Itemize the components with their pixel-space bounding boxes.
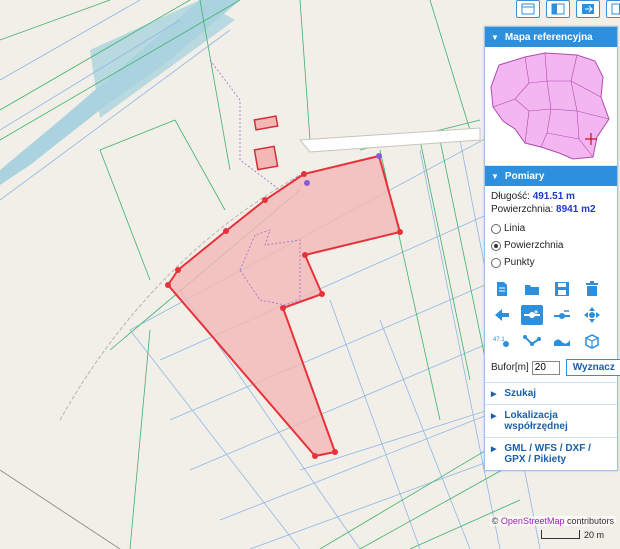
trash-icon[interactable]	[581, 279, 603, 299]
side-panel: ▼ Mapa referencyjna ▼ Pomiary Długość: 4…	[484, 26, 620, 471]
buffer-input[interactable]	[531, 360, 560, 375]
collapse-icon: ▼	[491, 171, 499, 181]
arrow-left-icon[interactable]	[491, 305, 513, 325]
scale-bar	[541, 530, 580, 539]
cube-icon[interactable]	[581, 331, 603, 351]
osm-link[interactable]: OpenStreetMap	[501, 516, 565, 526]
polyline-icon[interactable]	[521, 331, 543, 351]
mode-radios: Linia Powierzchnia Punkty	[485, 220, 617, 275]
export-icon[interactable]	[576, 0, 600, 18]
length-label: Długość:	[491, 191, 530, 202]
angle-measure-icon[interactable]: 47.1	[491, 331, 513, 351]
attribution: © OpenStreetMap contributors	[489, 516, 616, 526]
section-gml[interactable]: ▶ GML / WFS / DXF / GPX / Pikiety	[485, 437, 617, 470]
radio-linia[interactable]: Linia	[491, 222, 525, 236]
pomiary-header[interactable]: ▼ Pomiary	[485, 166, 617, 186]
building	[253, 145, 279, 171]
measure-tools: 47.1	[485, 275, 617, 355]
folder-icon[interactable]	[521, 279, 543, 299]
expand-icon: ▶	[491, 446, 497, 453]
top-toolbar	[516, 0, 620, 18]
ref-map-title: Mapa referencyjna	[504, 31, 593, 43]
measurement-results: Długość: 491.51 m Powierzchnia: 8941 m2	[485, 186, 617, 220]
buffer-label: Bufor[m]	[491, 362, 529, 373]
split-panel-icon[interactable]	[546, 0, 570, 18]
section-szukaj[interactable]: ▶ Szukaj	[485, 382, 617, 404]
area-label: Powierzchnia:	[491, 204, 554, 215]
pomiary-title: Pomiary	[504, 170, 545, 182]
buffer-row: Bufor[m] Wyznacz	[485, 355, 620, 382]
profile-icon[interactable]	[551, 331, 573, 351]
sidebar-toggle-icon[interactable]	[606, 0, 620, 18]
scale-label: 20 m	[584, 530, 605, 540]
remove-vertex-icon[interactable]	[551, 305, 573, 325]
radio-punkty[interactable]: Punkty	[491, 256, 535, 270]
save-icon[interactable]	[551, 279, 573, 299]
wyznacz-button[interactable]: Wyznacz	[565, 359, 620, 376]
radio-powierzchnia[interactable]: Powierzchnia	[491, 239, 563, 253]
svg-text:47.1: 47.1	[493, 337, 505, 343]
area-value: 8941 m2	[556, 204, 596, 215]
vertex-handle	[304, 180, 310, 186]
reference-map[interactable]	[485, 47, 617, 166]
expand-icon: ▶	[491, 391, 497, 398]
vertex-handle	[376, 153, 382, 159]
layout-icon[interactable]	[516, 0, 540, 18]
expand-icon: ▶	[491, 413, 497, 420]
section-lokalizacja[interactable]: ▶ Lokalizacja współrzędnej	[485, 404, 617, 437]
length-value: 491.51 m	[532, 191, 575, 202]
move-icon[interactable]	[581, 305, 603, 325]
add-vertex-icon[interactable]	[521, 305, 543, 325]
collapse-icon: ▼	[491, 32, 499, 42]
ref-map-header[interactable]: ▼ Mapa referencyjna	[485, 27, 617, 47]
document-icon[interactable]	[491, 279, 513, 299]
